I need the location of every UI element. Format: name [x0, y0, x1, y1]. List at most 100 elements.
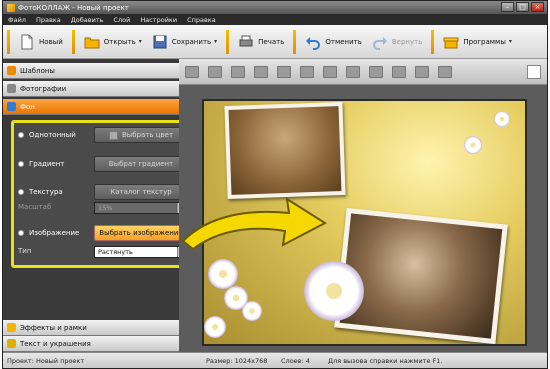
save-button[interactable]: Сохранить ▾: [147, 28, 222, 56]
toolbar-separator: [71, 29, 75, 54]
chevron-down-icon[interactable]: ▾: [509, 38, 512, 45]
open-button[interactable]: Открыть ▾: [79, 28, 147, 56]
option-solid-label: Однотонный: [29, 131, 76, 139]
texture-catalog-button[interactable]: Каталог текстур: [94, 184, 188, 200]
radio-image[interactable]: [18, 230, 24, 236]
menu-bar: Файл Правка Добавить Слой Настройки Спра…: [3, 14, 547, 25]
palette-icon: [7, 102, 16, 111]
main-toolbar: Новый Открыть ▾ Сохранить ▾ Печать Отменит…: [3, 25, 547, 59]
section-effects[interactable]: Эффекты и рамки: [3, 320, 191, 336]
toolbar-separator: [431, 29, 435, 54]
window-controls: – □ ×: [501, 2, 544, 12]
radio-gradient[interactable]: [18, 161, 24, 167]
title-bar: ФотоКОЛЛАЖ - Новый проект – □ ×: [3, 1, 547, 14]
properties-icon[interactable]: [438, 65, 452, 78]
flower-decoration: [208, 259, 238, 289]
toolbar-separator: [293, 29, 297, 54]
align-icon[interactable]: [277, 65, 291, 78]
gift-box-icon: [443, 37, 459, 48]
print-label: Печать: [258, 37, 285, 46]
section-text[interactable]: Текст и украшения: [3, 336, 191, 352]
bring-forward-icon[interactable]: [208, 65, 222, 78]
type-label: Тип: [18, 247, 32, 255]
toolbar-separator: [226, 29, 230, 54]
status-bar: Проект: Новый проект Размер: 1024x768 Сл…: [3, 352, 547, 368]
scale-value: 15%: [98, 204, 113, 212]
status-layers: Слоев: 4: [281, 357, 310, 365]
minimize-button[interactable]: –: [501, 2, 514, 12]
printer-icon: [239, 35, 253, 46]
choose-color-label: Выбрать цвет: [121, 131, 174, 139]
app-logo-icon: [7, 3, 15, 12]
window-title: ФотоКОЛЛАЖ - Новый проект: [18, 3, 129, 12]
menu-layer[interactable]: Слой: [108, 16, 135, 24]
flower-decoration: [204, 316, 226, 338]
undo-label: Отменить: [325, 37, 362, 46]
send-backward-icon[interactable]: [231, 65, 245, 78]
redo-button[interactable]: Вернуть: [367, 28, 427, 56]
menu-add[interactable]: Добавить: [66, 16, 109, 24]
choose-color-button[interactable]: Выбрать цвет: [94, 127, 188, 143]
delete-icon[interactable]: [369, 65, 383, 78]
undo-button[interactable]: Отменить: [300, 28, 367, 56]
menu-settings[interactable]: Настройки: [135, 16, 182, 24]
section-effects-label: Эффекты и рамки: [20, 323, 87, 332]
status-help: Для вызова справки нажмите F1.: [328, 357, 443, 365]
scale-label: Масштаб: [18, 203, 52, 211]
flower-decoration: [494, 111, 510, 127]
folder-icon: [84, 37, 100, 48]
menu-help[interactable]: Справка: [182, 16, 221, 24]
section-templates-label: Шаблоны: [20, 66, 55, 75]
print-button[interactable]: Печать: [233, 28, 289, 56]
radio-texture[interactable]: [18, 189, 24, 195]
flower-decoration: [242, 301, 262, 321]
menu-file[interactable]: Файл: [3, 16, 31, 24]
effects-icon: [7, 323, 16, 332]
radio-solid[interactable]: [18, 132, 24, 138]
close-button[interactable]: ×: [531, 2, 544, 12]
option-image-label: Изображение: [29, 229, 80, 237]
undo-arrow-icon: [306, 36, 321, 50]
flip-horizontal-icon[interactable]: [300, 65, 314, 78]
new-label: Новый: [39, 37, 63, 46]
settings-icon[interactable]: [415, 65, 429, 78]
photo-icon: [7, 84, 16, 93]
section-background[interactable]: Фон: [3, 99, 191, 115]
option-texture-label: Текстура: [29, 188, 63, 196]
send-back-icon[interactable]: [254, 65, 268, 78]
color-swatch-icon: [108, 130, 118, 140]
status-project: Проект: Новый проект: [7, 357, 85, 365]
bring-front-icon[interactable]: [185, 65, 199, 78]
page-icon[interactable]: [527, 64, 541, 79]
chevron-down-icon[interactable]: ▾: [139, 38, 142, 45]
option-gradient-label: Градиент: [29, 160, 65, 168]
type-select[interactable]: Растянуть ▼: [94, 246, 188, 258]
photo-girl-image: [228, 106, 342, 195]
menu-edit[interactable]: Правка: [31, 16, 66, 24]
background-options-panel: Однотонный Выбрать цвет Градиент Выбрат …: [11, 120, 192, 268]
section-templates[interactable]: Шаблоны: [3, 63, 191, 79]
flip-vertical-icon[interactable]: [323, 65, 337, 78]
redo-label: Вернуть: [391, 37, 423, 46]
app-window: ФотоКОЛЛАЖ - Новый проект – □ × Файл Пра…: [2, 0, 548, 369]
arrow-graphic-icon: [181, 196, 328, 251]
choose-gradient-button[interactable]: Выбрат градиент: [94, 156, 188, 172]
status-size: Размер: 1024x768: [206, 357, 268, 365]
redo-arrow-icon: [372, 36, 387, 50]
chevron-down-icon[interactable]: ▾: [214, 38, 217, 45]
choose-image-button[interactable]: Выбрать изображение: [94, 225, 188, 241]
programs-button[interactable]: Программы ▾: [438, 28, 517, 56]
type-value: Растянуть: [98, 248, 133, 256]
flower-decoration: [464, 136, 482, 154]
new-button[interactable]: Новый: [14, 28, 68, 56]
maximize-button[interactable]: □: [516, 2, 529, 12]
floppy-disk-icon: [153, 35, 167, 48]
photo-girl[interactable]: [224, 101, 346, 200]
section-photos-label: Фотографии: [20, 84, 67, 93]
photo-woman-image: [339, 213, 503, 339]
rotate-icon[interactable]: [346, 65, 360, 78]
scale-select[interactable]: 15% ▼: [94, 202, 188, 214]
crop-icon[interactable]: [392, 65, 406, 78]
section-photos[interactable]: Фотографии: [3, 81, 191, 97]
new-document-icon: [21, 34, 33, 49]
